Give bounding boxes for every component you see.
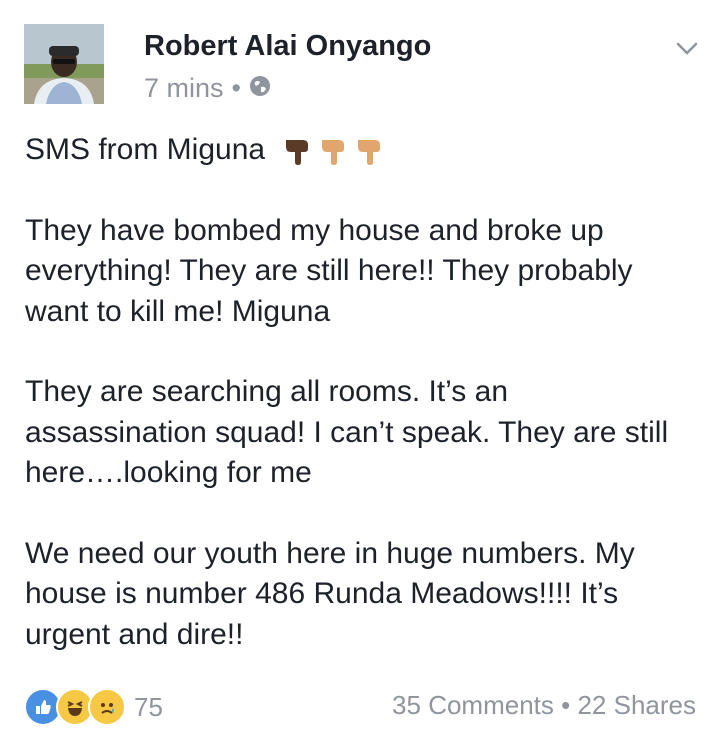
globe-icon — [249, 73, 271, 104]
post-body: SMS from Miguna They have bombed my hous… — [25, 130, 695, 695]
avatar-image — [24, 24, 104, 104]
reactions-summary[interactable]: 75 — [24, 688, 163, 726]
author-name[interactable]: Robert Alai Onyango — [144, 30, 431, 63]
post-paragraph: SMS from Miguna — [25, 130, 695, 171]
post-paragraph: We need our youth here in huge numbers. … — [25, 536, 635, 651]
pointing-down-light-icon — [322, 140, 345, 166]
emoji-group — [283, 136, 385, 166]
avatar[interactable] — [24, 24, 104, 104]
reaction-count: 75 — [134, 691, 163, 722]
pointing-down-light-icon — [358, 140, 381, 166]
shares-link[interactable]: 22 Shares — [577, 690, 696, 720]
post-meta: 7 mins • — [144, 73, 271, 104]
comments-link[interactable]: 35 Comments — [392, 690, 554, 720]
paragraph-text: SMS from Miguna — [25, 133, 266, 166]
pointing-down-dark-icon — [286, 140, 309, 166]
stats-separator: • — [561, 690, 571, 720]
post-paragraph: They are searching all rooms. It’s an as… — [25, 375, 669, 489]
post-paragraph: They have bombed my house and broke up e… — [25, 213, 633, 328]
post-footer: 75 35 Comments • 22 Shares — [24, 688, 696, 726]
post-time[interactable]: 7 mins — [144, 73, 224, 104]
engagement-stats: 35 Comments • 22 Shares — [392, 690, 696, 721]
meta-separator: • — [231, 73, 241, 103]
post-header: Robert Alai Onyango 7 mins • — [24, 24, 720, 106]
sad-icon — [88, 688, 126, 726]
chevron-down-icon[interactable] — [676, 42, 698, 61]
